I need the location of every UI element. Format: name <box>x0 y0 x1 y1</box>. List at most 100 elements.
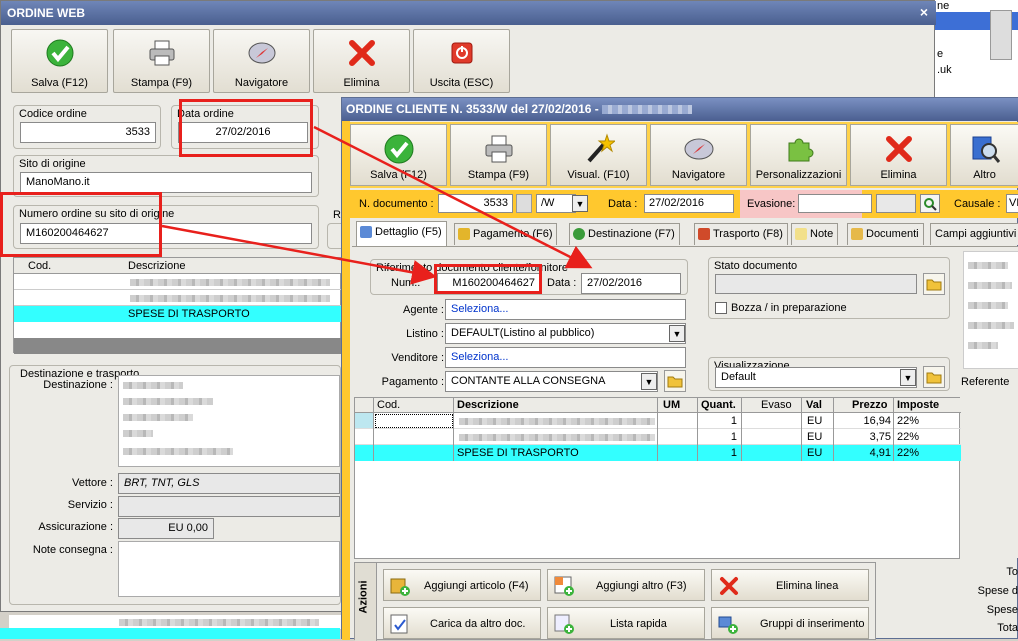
note-icon <box>795 228 807 240</box>
window-title: ORDINE CLIENTE N. 3533/W del 27/02/2016 … <box>346 102 603 116</box>
power-icon <box>451 42 472 64</box>
tab-dettaglio[interactable]: Dettaglio (F5) <box>356 221 447 246</box>
compass-icon <box>684 138 713 160</box>
document-number-button[interactable] <box>516 194 532 213</box>
tab-trasporto[interactable]: Trasporto (F8) <box>694 223 788 245</box>
r-label: R <box>333 209 341 221</box>
causale-field[interactable]: VE <box>1006 194 1018 213</box>
close-icon[interactable]: × <box>920 4 928 20</box>
document-number-field[interactable]: 3533 <box>438 194 513 213</box>
annotation-box-data <box>179 99 313 157</box>
printer-icon <box>149 40 174 66</box>
tab-pagamento[interactable]: Pagamento (F6) <box>454 223 558 245</box>
folder-icon[interactable] <box>664 370 686 392</box>
print-button[interactable]: Stampa (F9) <box>113 29 210 93</box>
table-row[interactable]: 1 EU 16,94 22% <box>355 413 961 429</box>
list-add-icon <box>554 614 574 634</box>
tab-campi-aggiuntivi[interactable]: Campi aggiuntivi <box>930 223 1018 245</box>
globe-icon <box>573 228 585 240</box>
delete-button[interactable]: Elimina <box>313 29 410 93</box>
folder-icon[interactable] <box>923 273 945 295</box>
grid-footer <box>14 338 342 354</box>
zoom-icon[interactable] <box>920 194 940 213</box>
servizio-field[interactable] <box>118 496 340 517</box>
riferimento-date-field[interactable]: 27/02/2016 <box>581 273 681 294</box>
grid-header: Cod. Descrizione <box>14 258 342 274</box>
chevron-down-icon[interactable]: ▼ <box>641 373 657 390</box>
stato-documento-field[interactable] <box>715 274 917 294</box>
delete-button[interactable]: Elimina <box>850 124 947 186</box>
evasione-field[interactable] <box>798 194 872 213</box>
chevron-down-icon[interactable]: ▼ <box>669 325 685 342</box>
bozza-checkbox[interactable] <box>715 302 727 314</box>
money-icon <box>458 228 470 240</box>
azioni-panel: Azioni Aggiungi articolo (F4) Aggiungi a… <box>354 562 876 641</box>
tab-note[interactable]: Note <box>791 223 839 245</box>
quick-list-button[interactable]: Lista rapida <box>547 607 705 639</box>
puzzle-icon <box>788 138 813 162</box>
evasione-date-field[interactable] <box>876 194 916 213</box>
codice-ordine-group: Codice ordine 3533 <box>13 105 161 149</box>
add-other-button[interactable]: Aggiungi altro (F3) <box>547 569 705 601</box>
back-grid: Cod. Descrizione SPESE DI TRASPORTO <box>13 257 342 354</box>
note-consegna-field[interactable] <box>118 541 340 597</box>
pagamento-select[interactable]: CONTANTE ALLA CONSEGNA <box>445 371 658 392</box>
table-row[interactable]: SPESE DI TRASPORTO 1 EU 4,91 22% <box>355 445 961 461</box>
tab-destinazione[interactable]: Destinazione (F7) <box>569 223 680 245</box>
folder-icon[interactable] <box>923 366 945 388</box>
chevron-down-icon[interactable]: ▼ <box>572 195 588 212</box>
table-row[interactable]: 1 EU 3,75 22% <box>355 429 961 445</box>
insert-groups-button[interactable]: Gruppi di inserimento <box>711 607 869 639</box>
navigator-button[interactable]: Navigatore <box>213 29 310 93</box>
delete-line-button[interactable]: Elimina linea <box>711 569 869 601</box>
printer-icon <box>485 135 512 163</box>
red-x-icon <box>348 40 375 66</box>
group-fragment <box>327 223 341 249</box>
yellow-side-strip <box>342 121 350 640</box>
spese-label: Spese d <box>977 585 1018 597</box>
agente-field[interactable]: Seleziona... <box>445 299 686 320</box>
table-row[interactable] <box>14 290 342 306</box>
table-row[interactable] <box>14 274 342 290</box>
navigator-button[interactable]: Navigatore <box>650 124 747 186</box>
totale-label: Tota <box>997 622 1018 634</box>
assicurazione-field[interactable]: EU 0,00 <box>118 518 214 539</box>
window-title: ORDINE WEB <box>7 6 85 20</box>
vettore-field[interactable]: BRT, TNT, GLS <box>118 473 340 494</box>
save-button[interactable]: Salva (F12) <box>350 124 447 186</box>
codice-ordine-field[interactable]: 3533 <box>20 122 156 143</box>
azioni-tab[interactable]: Azioni <box>355 563 377 641</box>
destinazione-field[interactable] <box>118 375 340 467</box>
annotation-box-num <box>434 264 542 294</box>
chevron-down-icon[interactable]: ▼ <box>900 369 916 386</box>
listino-select[interactable]: DEFAULT(Listino al pubblico) <box>445 323 686 344</box>
edge-text: ne <box>937 0 950 12</box>
print-button[interactable]: Stampa (F9) <box>450 124 547 186</box>
referente-panel <box>963 251 1018 369</box>
document-bar: N. documento : 3533 /W ▼ Data : 27/02/20… <box>350 190 1018 218</box>
customize-button[interactable]: Personalizzazioni <box>750 124 847 186</box>
visualizzazione-select[interactable]: Default <box>715 367 917 388</box>
series-select[interactable]: /W <box>536 194 576 213</box>
edge-scrollbar[interactable] <box>990 10 1012 60</box>
edge-text: e <box>937 48 944 60</box>
document-date-field[interactable]: 27/02/2016 <box>644 194 734 213</box>
highlight-row-fragment <box>0 628 340 639</box>
table-row[interactable]: SPESE DI TRASPORTO <box>14 306 342 322</box>
load-from-doc-button[interactable]: Carica da altro doc. <box>383 607 541 639</box>
visual-button[interactable]: Visual. (F10) <box>550 124 647 186</box>
venditore-field[interactable]: Seleziona... <box>445 347 686 368</box>
tab-documenti[interactable]: Documenti <box>847 223 924 245</box>
sito-origine-field[interactable]: ManoMano.it <box>20 172 312 193</box>
more-button[interactable]: Altro <box>950 124 1018 186</box>
spese-label: Spese <box>986 604 1018 616</box>
add-article-button[interactable]: Aggiungi articolo (F4) <box>383 569 541 601</box>
ordine-cliente-titlebar: ORDINE CLIENTE N. 3533/W del 27/02/2016 … <box>342 98 1018 121</box>
save-button[interactable]: Salva (F12) <box>11 29 108 93</box>
visualizzazione-group: Visualizzazione Default ▼ <box>708 357 950 391</box>
front-toolbar: Salva (F12) Stampa (F9) Visual. (F10) Na… <box>350 122 1018 188</box>
box-add-icon <box>390 578 410 596</box>
exit-button[interactable]: Uscita (ESC) <box>413 29 510 93</box>
group-add-icon <box>718 616 738 634</box>
grid-add-icon <box>554 576 574 596</box>
